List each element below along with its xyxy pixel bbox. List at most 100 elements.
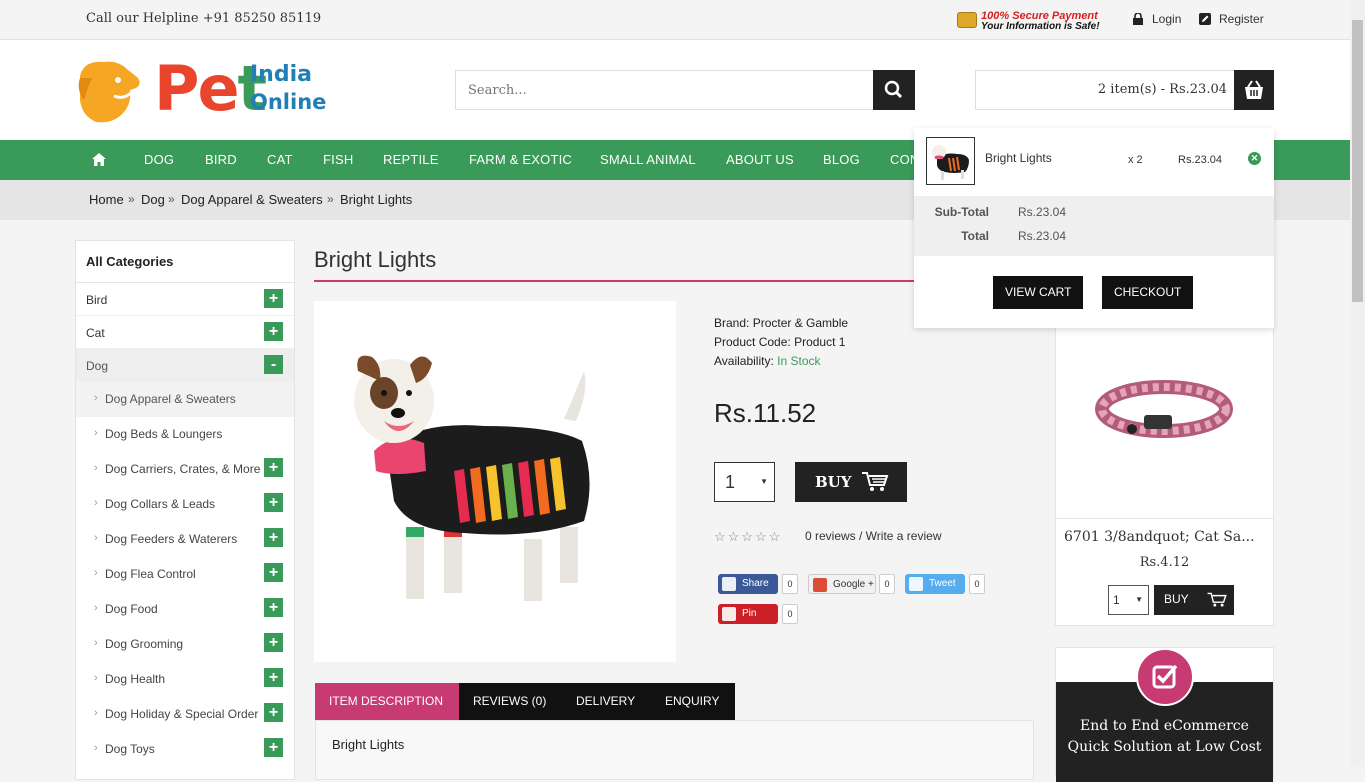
register-label[interactable]: Register bbox=[1219, 12, 1264, 26]
expand-icon[interactable]: + bbox=[264, 738, 283, 757]
scrollbar-thumb[interactable] bbox=[1352, 20, 1363, 302]
nav-farm-exotic[interactable]: FARM & EXOTIC bbox=[469, 152, 572, 167]
sidebar-sub-dog-carriers[interactable]: › Dog Carriers, Crates, & More + bbox=[76, 452, 294, 487]
home-icon[interactable] bbox=[92, 153, 106, 166]
sidebar-sub-label[interactable]: Dog Holiday & Special Order bbox=[105, 707, 258, 721]
sidebar-sub-dog-holiday[interactable]: › Dog Holiday & Special Order + bbox=[76, 697, 294, 732]
collapse-icon[interactable]: - bbox=[264, 355, 283, 374]
sidebar-sub-dog-beds[interactable]: › Dog Beds & Loungers bbox=[76, 417, 294, 452]
sidebar-sub-label[interactable]: Dog Collars & Leads bbox=[105, 497, 215, 511]
search-input[interactable] bbox=[456, 71, 874, 109]
sidebar-sub-dog-health[interactable]: › Dog Health + bbox=[76, 662, 294, 697]
cart-summary-text[interactable]: 2 item(s) - Rs.23.04 bbox=[1098, 82, 1227, 97]
expand-icon[interactable]: + bbox=[264, 598, 283, 617]
related-product-name[interactable]: 6701 3/8andquot; Cat Sa... bbox=[1064, 529, 1255, 545]
tab-item-description[interactable]: ITEM DESCRIPTION bbox=[315, 683, 459, 720]
facebook-share-button[interactable]: Share bbox=[718, 574, 778, 594]
breadcrumb-home[interactable]: Home bbox=[89, 192, 124, 207]
expand-icon[interactable]: + bbox=[264, 703, 283, 722]
login-link[interactable]: Login bbox=[1132, 12, 1181, 26]
buy-button[interactable]: BUY bbox=[795, 462, 907, 502]
tab-enquiry[interactable]: ENQUIRY bbox=[651, 683, 735, 720]
search-button[interactable] bbox=[873, 70, 915, 110]
register-link[interactable]: Register bbox=[1199, 12, 1264, 26]
cart-summary[interactable]: 2 item(s) - Rs.23.04 bbox=[975, 70, 1274, 110]
pinterest-button[interactable]: Pin bbox=[718, 604, 778, 624]
tweet-label[interactable]: Tweet bbox=[929, 578, 956, 589]
sidebar-sub-dog-toys[interactable]: › Dog Toys + bbox=[76, 732, 294, 767]
google-plus-button[interactable]: Google + bbox=[808, 574, 876, 594]
tweet-button[interactable]: Tweet bbox=[905, 574, 965, 594]
expand-icon[interactable]: + bbox=[264, 289, 283, 308]
breadcrumb-dog[interactable]: Dog bbox=[141, 192, 165, 207]
pin-label[interactable]: Pin bbox=[742, 608, 756, 619]
google-label[interactable]: Google + bbox=[833, 579, 874, 590]
nav-small-animal[interactable]: SMALL ANIMAL bbox=[600, 152, 696, 167]
login-label[interactable]: Login bbox=[1152, 12, 1181, 26]
nav-fish[interactable]: FISH bbox=[323, 152, 353, 167]
sidebar-sub-dog-feeders[interactable]: › Dog Feeders & Waterers + bbox=[76, 522, 294, 557]
breadcrumb-current[interactable]: Bright Lights bbox=[340, 192, 412, 207]
promo-badge bbox=[1136, 648, 1194, 706]
expand-icon[interactable]: + bbox=[264, 493, 283, 512]
expand-icon[interactable]: + bbox=[264, 322, 283, 341]
sidebar-sub-label[interactable]: Dog Grooming bbox=[105, 637, 183, 651]
sidebar-sub-label[interactable]: Dog Health bbox=[105, 672, 165, 686]
cart-item-name[interactable]: Bright Lights bbox=[985, 151, 1052, 165]
sidebar-item-dog[interactable]: Dog - bbox=[76, 349, 294, 382]
sidebar-sub-label[interactable]: Dog Carriers, Crates, & More bbox=[105, 462, 260, 476]
tab-delivery[interactable]: DELIVERY bbox=[562, 683, 651, 720]
site-logo[interactable]: Pet India Online bbox=[74, 52, 334, 126]
related-buy-label[interactable]: BUY bbox=[1164, 592, 1189, 606]
sidebar-sub-dog-food[interactable]: › Dog Food + bbox=[76, 592, 294, 627]
expand-icon[interactable]: + bbox=[264, 563, 283, 582]
sidebar-sub-label[interactable]: Dog Toys bbox=[105, 742, 155, 756]
share-label[interactable]: Share bbox=[742, 578, 769, 589]
quantity-select[interactable]: 1 ▼ bbox=[714, 462, 775, 502]
cart-button[interactable] bbox=[1234, 70, 1274, 110]
expand-icon[interactable]: + bbox=[264, 528, 283, 547]
sidebar-sub-dog-grooming[interactable]: › Dog Grooming + bbox=[76, 627, 294, 662]
quantity-value[interactable]: 1 bbox=[725, 472, 735, 492]
brand-value[interactable]: Procter & Gamble bbox=[753, 316, 848, 330]
tab-reviews[interactable]: REVIEWS (0) bbox=[459, 683, 562, 720]
nav-bird[interactable]: BIRD bbox=[205, 152, 237, 167]
buy-label[interactable]: BUY bbox=[815, 473, 851, 491]
promo-banner[interactable]: End to End eCommerce Quick Solution at L… bbox=[1055, 647, 1274, 782]
sidebar-sub-label[interactable]: Dog Food bbox=[105, 602, 158, 616]
page-scrollbar[interactable] bbox=[1350, 0, 1365, 767]
related-product-image[interactable] bbox=[1056, 319, 1273, 519]
related-product-card: 6701 3/8andquot; Cat Sa... Rs.4.12 1 ▼ BU… bbox=[1055, 318, 1274, 626]
nav-about-us[interactable]: ABOUT US bbox=[726, 152, 794, 167]
view-cart-button[interactable]: VIEW CART bbox=[993, 276, 1084, 309]
reviews-link[interactable]: 0 reviews / Write a review bbox=[805, 529, 941, 543]
sidebar-sub-dog-flea[interactable]: › Dog Flea Control + bbox=[76, 557, 294, 592]
sidebar-item-label[interactable]: Cat bbox=[86, 326, 105, 340]
breadcrumb-dog-apparel[interactable]: Dog Apparel & Sweaters bbox=[181, 192, 323, 207]
expand-icon[interactable]: + bbox=[264, 668, 283, 687]
sidebar-item-cat[interactable]: Cat + bbox=[76, 316, 294, 349]
sidebar-item-label[interactable]: Bird bbox=[86, 293, 107, 307]
nav-blog[interactable]: BLOG bbox=[823, 152, 860, 167]
related-quantity-select[interactable]: 1 ▼ bbox=[1108, 585, 1149, 615]
sidebar-sub-dog-apparel[interactable]: › Dog Apparel & Sweaters bbox=[76, 382, 294, 417]
related-buy-button[interactable]: BUY bbox=[1154, 585, 1234, 615]
sidebar-sub-label[interactable]: Dog Flea Control bbox=[105, 567, 196, 581]
sidebar-sub-label[interactable]: Dog Beds & Loungers bbox=[105, 427, 222, 441]
sidebar-item-bird[interactable]: Bird + bbox=[76, 283, 294, 316]
sidebar-sub-label[interactable]: Dog Feeders & Waterers bbox=[105, 532, 237, 546]
sidebar-sub-dog-collars[interactable]: › Dog Collars & Leads + bbox=[76, 487, 294, 522]
remove-icon[interactable]: ✕ bbox=[1248, 152, 1261, 165]
sidebar-item-label[interactable]: Dog bbox=[86, 359, 108, 373]
nav-reptile[interactable]: REPTILE bbox=[383, 152, 439, 167]
related-quantity-value[interactable]: 1 bbox=[1113, 593, 1120, 607]
checkout-button[interactable]: CHECKOUT bbox=[1102, 276, 1194, 309]
cart-item-thumbnail[interactable] bbox=[926, 137, 975, 185]
nav-cat[interactable]: CAT bbox=[267, 152, 293, 167]
sidebar-sub-label[interactable]: Dog Apparel & Sweaters bbox=[105, 392, 236, 406]
expand-icon[interactable]: + bbox=[264, 633, 283, 652]
expand-icon[interactable]: + bbox=[264, 458, 283, 477]
dog-sweater-thumb bbox=[932, 145, 969, 180]
nav-dog[interactable]: DOG bbox=[144, 152, 174, 167]
product-image[interactable] bbox=[314, 301, 676, 662]
